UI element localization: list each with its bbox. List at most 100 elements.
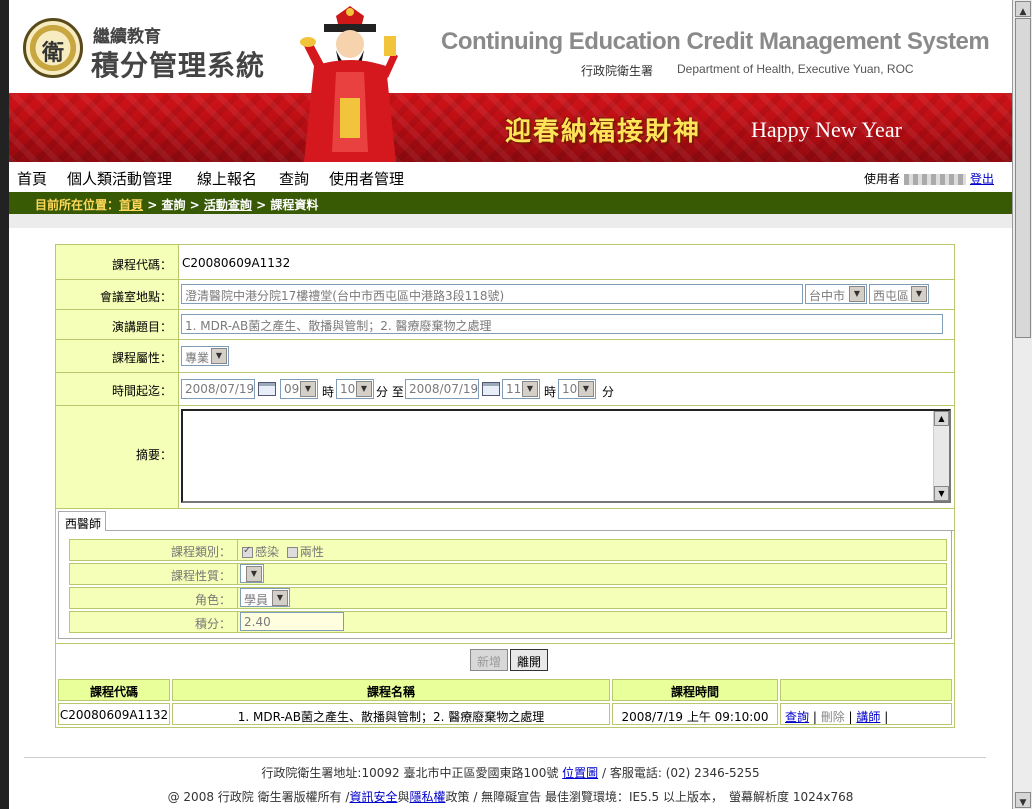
category-gender-checkbox[interactable] bbox=[286, 547, 298, 558]
chevron-down-icon: ▼ bbox=[849, 286, 865, 302]
fortune-god-illustration bbox=[300, 6, 398, 162]
calendar-icon[interactable] bbox=[482, 382, 500, 396]
time-range-label: 時間起迄： bbox=[56, 373, 179, 405]
scroll-down-icon[interactable]: ▼ bbox=[1015, 792, 1031, 808]
district-select[interactable]: 西屯區 ▼ bbox=[869, 284, 929, 304]
footer-copyright: @ 2008 行政院 衛生署版權所有 /資訊安全與隱私權政策 / 無障礙宣告 最… bbox=[167, 790, 854, 804]
delete-link[interactable]: 刪除 bbox=[821, 710, 845, 724]
attribute-select[interactable]: 專業 ▼ bbox=[181, 346, 229, 366]
breadcrumb-query: 查詢 bbox=[161, 198, 186, 212]
start-minute-select[interactable]: 10 ▼ bbox=[336, 379, 374, 399]
course-category-row: 課程類別： 感染 兩性 bbox=[69, 539, 947, 561]
leave-button[interactable]: 離開 bbox=[510, 649, 548, 671]
action-buttons: 新增 離開 bbox=[56, 647, 954, 677]
security-link[interactable]: 資訊安全 bbox=[349, 790, 397, 804]
browser-page: 衛 繼續教育 積分管理系統 Continuing Education Credi… bbox=[0, 0, 1032, 809]
end-hour-select[interactable]: 11 ▼ bbox=[502, 379, 540, 399]
breadcrumb: 目前所在位置：首頁 > 查詢 > 活動查詢 > 課程資料 bbox=[9, 192, 1012, 214]
footer-divider bbox=[24, 757, 986, 758]
header-divider bbox=[9, 214, 1012, 228]
footer-address: 行政院衛生署地址:10092 臺北市中正區愛國東路100號 位置圖 / 客服電話… bbox=[261, 766, 760, 780]
hour-unit: 時 bbox=[544, 385, 557, 399]
minute-to-unit: 分 至 bbox=[376, 385, 404, 399]
table-cell-code: C20080609A1132 bbox=[58, 703, 170, 725]
tab-western-physician[interactable]: 西醫師 bbox=[58, 511, 106, 531]
chevron-down-icon: ▼ bbox=[211, 348, 227, 364]
role-row: 角色： 學員 ▼ bbox=[69, 587, 947, 609]
category-infection-checkbox[interactable] bbox=[242, 545, 253, 558]
add-button[interactable]: 新增 bbox=[470, 649, 508, 671]
chevron-down-icon: ▼ bbox=[272, 590, 288, 606]
map-link[interactable]: 位置圖 bbox=[562, 766, 598, 780]
course-nature-row: 課程性質： ▼ bbox=[69, 563, 947, 585]
breadcrumb-activity-link[interactable]: 活動查詢 bbox=[204, 198, 252, 212]
breadcrumb-current: 課程資料 bbox=[270, 198, 319, 212]
main-nav: 首頁 個人類活動管理 線上報名 查詢 使用者管理 使用者 登出 bbox=[9, 162, 1012, 192]
time-range-row: 時間起迄： 2008/07/19 09 ▼ 時 10 ▼ 分 至 2008/07/1… bbox=[56, 373, 954, 406]
city-select[interactable]: 台中市 ▼ bbox=[805, 284, 867, 304]
table-header-code: 課程代碼 bbox=[58, 679, 170, 701]
query-link[interactable]: 查詢 bbox=[785, 710, 809, 724]
course-form: 課程代碼： C20080609A1132 會議室地點： 澄清醫院中港分院17樓禮… bbox=[55, 244, 955, 728]
page-scrollbar[interactable]: ▲ ▼ bbox=[1012, 0, 1032, 809]
scroll-up-icon[interactable]: ▲ bbox=[1015, 1, 1031, 17]
topic-input[interactable]: 1. MDR-AB菌之產生、散播與管制；2. 醫療廢棄物之處理 bbox=[181, 314, 943, 334]
attribute-label: 課程屬性： bbox=[56, 340, 179, 372]
table-header-actions bbox=[780, 679, 952, 701]
agency-name-zh: 行政院衛生署 bbox=[581, 64, 654, 78]
venue-label: 會議室地點： bbox=[56, 280, 179, 309]
category-infection-label: 感染 bbox=[255, 545, 280, 559]
role-label: 角色： bbox=[70, 588, 238, 608]
category-gender-label: 兩性 bbox=[299, 545, 324, 559]
nav-item-home[interactable]: 首頁 bbox=[17, 168, 47, 189]
textarea-scrollbar[interactable]: ▲ ▼ bbox=[933, 411, 949, 501]
course-code-value: C20080609A1132 bbox=[182, 256, 291, 270]
attribute-row: 課程屬性： 專業 ▼ bbox=[56, 340, 954, 373]
nav-item-user-management[interactable]: 使用者管理 bbox=[329, 168, 404, 189]
scroll-thumb[interactable] bbox=[1015, 18, 1031, 338]
end-date-input[interactable]: 2008/07/19 bbox=[405, 379, 479, 399]
privacy-link[interactable]: 隱私權 bbox=[409, 790, 445, 804]
banner-greeting-zh: 迎春納福接財神 bbox=[505, 117, 702, 147]
scroll-down-icon[interactable]: ▼ bbox=[934, 486, 949, 501]
table-cell-time: 2008/7/19 上午 09:10:00 bbox=[612, 703, 778, 725]
logo-title: 積分管理系統 bbox=[91, 49, 266, 82]
credit-row: 積分： 2.40 bbox=[69, 611, 947, 633]
end-minute-select[interactable]: 10 ▼ bbox=[558, 379, 596, 399]
chevron-down-icon: ▼ bbox=[911, 286, 927, 302]
table-cell-actions: 查詢 | 刪除 | 講師 | bbox=[780, 703, 952, 725]
scroll-up-icon[interactable]: ▲ bbox=[934, 411, 949, 426]
course-nature-select[interactable]: ▼ bbox=[240, 564, 264, 583]
credit-input[interactable]: 2.40 bbox=[240, 612, 344, 631]
chevron-down-icon: ▼ bbox=[522, 381, 538, 397]
chevron-down-icon: ▼ bbox=[578, 381, 594, 397]
credit-label: 積分： bbox=[70, 612, 238, 632]
venue-row: 會議室地點： 澄清醫院中港分院17樓禮堂(台中市西屯區中港路3段118號) 台中… bbox=[56, 280, 954, 310]
course-code-label: 課程代碼： bbox=[56, 245, 179, 279]
course-nature-label: 課程性質： bbox=[70, 564, 238, 584]
site-header: 衛 繼續教育 積分管理系統 Continuing Education Credi… bbox=[9, 0, 1012, 93]
table-cell-name: 1. MDR-AB菌之產生、散播與管制；2. 醫療廢棄物之處理 bbox=[172, 703, 610, 725]
summary-row: 摘要： ▲ ▼ bbox=[56, 406, 954, 509]
chevron-down-icon: ▼ bbox=[246, 566, 262, 582]
summary-textarea[interactable]: ▲ ▼ bbox=[181, 409, 951, 503]
user-info: 使用者 登出 bbox=[864, 170, 994, 187]
logout-link[interactable]: 登出 bbox=[970, 172, 994, 186]
start-hour-select[interactable]: 09 ▼ bbox=[280, 379, 318, 399]
venue-input[interactable]: 澄清醫院中港分院17樓禮堂(台中市西屯區中港路3段118號) bbox=[181, 284, 803, 304]
site-title-en: Continuing Education Credit Management S… bbox=[441, 28, 990, 55]
lecturer-link[interactable]: 講師 bbox=[856, 710, 880, 724]
calendar-icon[interactable] bbox=[258, 382, 276, 396]
agency-name-en: Department of Health, Executive Yuan, RO… bbox=[677, 62, 914, 76]
course-code-row: 課程代碼： C20080609A1132 bbox=[56, 245, 954, 280]
breadcrumb-prefix: 目前所在位置： bbox=[35, 198, 120, 212]
nav-item-online-registration[interactable]: 線上報名 bbox=[197, 168, 257, 189]
breadcrumb-home-link[interactable]: 首頁 bbox=[119, 198, 143, 212]
start-date-input[interactable]: 2008/07/19 bbox=[181, 379, 255, 399]
role-select[interactable]: 學員 ▼ bbox=[240, 588, 290, 607]
nav-item-query[interactable]: 查詢 bbox=[279, 168, 309, 189]
user-label: 使用者 bbox=[863, 172, 900, 186]
nav-item-personal-activity[interactable]: 個人類活動管理 bbox=[67, 168, 172, 189]
table-header-time: 課程時間 bbox=[612, 679, 778, 701]
window-left-border bbox=[0, 0, 9, 809]
